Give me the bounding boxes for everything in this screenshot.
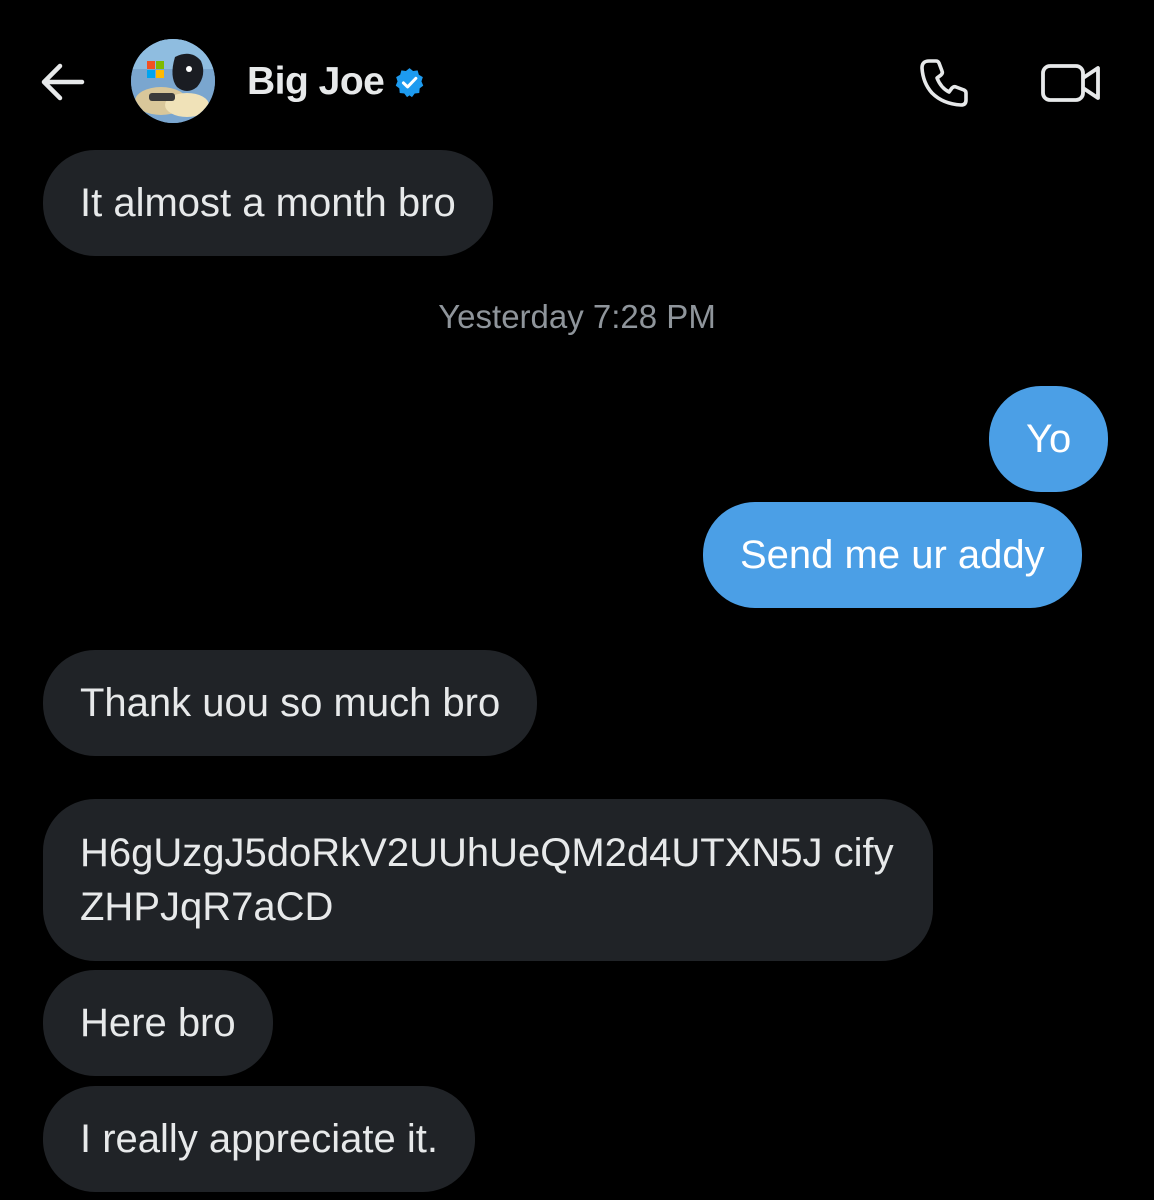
message-timestamp: Yesterday 7:28 PM bbox=[438, 298, 716, 335]
message-bubble-received[interactable]: I really appreciate it. bbox=[43, 1086, 475, 1192]
message-text: Thank uou so much bro bbox=[80, 681, 501, 725]
contact-name: Big Joe bbox=[247, 60, 385, 103]
message-text: It almost a month bro bbox=[80, 181, 456, 225]
avatar[interactable] bbox=[131, 39, 215, 123]
message-text: I really appreciate it. bbox=[80, 1117, 438, 1161]
verified-badge-icon bbox=[396, 67, 424, 97]
back-button[interactable] bbox=[36, 56, 88, 108]
contact-name-group[interactable]: Big Joe bbox=[247, 58, 426, 106]
avatar-image bbox=[131, 39, 215, 123]
message-bubble-received[interactable]: It almost a month bro bbox=[43, 150, 493, 256]
message-bubble-received[interactable]: Here bro bbox=[43, 970, 273, 1076]
message-text: Here bro bbox=[80, 1001, 236, 1045]
message-text: H6gUzgJ5doRkV2UUhUeQM2d4UTXN5J cifyZHPJq… bbox=[80, 831, 894, 929]
back-arrow-icon bbox=[41, 63, 85, 101]
video-call-button[interactable] bbox=[1038, 55, 1104, 111]
message-bubble-received[interactable]: Thank uou so much bro bbox=[43, 650, 538, 756]
video-camera-icon bbox=[1041, 64, 1100, 102]
chat-header: Big Joe bbox=[0, 0, 1154, 145]
message-bubble-sent[interactable]: Yo bbox=[989, 386, 1109, 492]
message-bubble-received[interactable]: H6gUzgJ5doRkV2UUhUeQM2d4UTXN5J cifyZHPJq… bbox=[43, 799, 933, 961]
message-text: Send me ur addy bbox=[740, 533, 1045, 577]
message-text: Yo bbox=[1026, 417, 1072, 461]
call-button[interactable] bbox=[914, 55, 974, 111]
message-bubble-sent[interactable]: Send me ur addy bbox=[703, 502, 1082, 608]
phone-icon bbox=[920, 59, 968, 107]
